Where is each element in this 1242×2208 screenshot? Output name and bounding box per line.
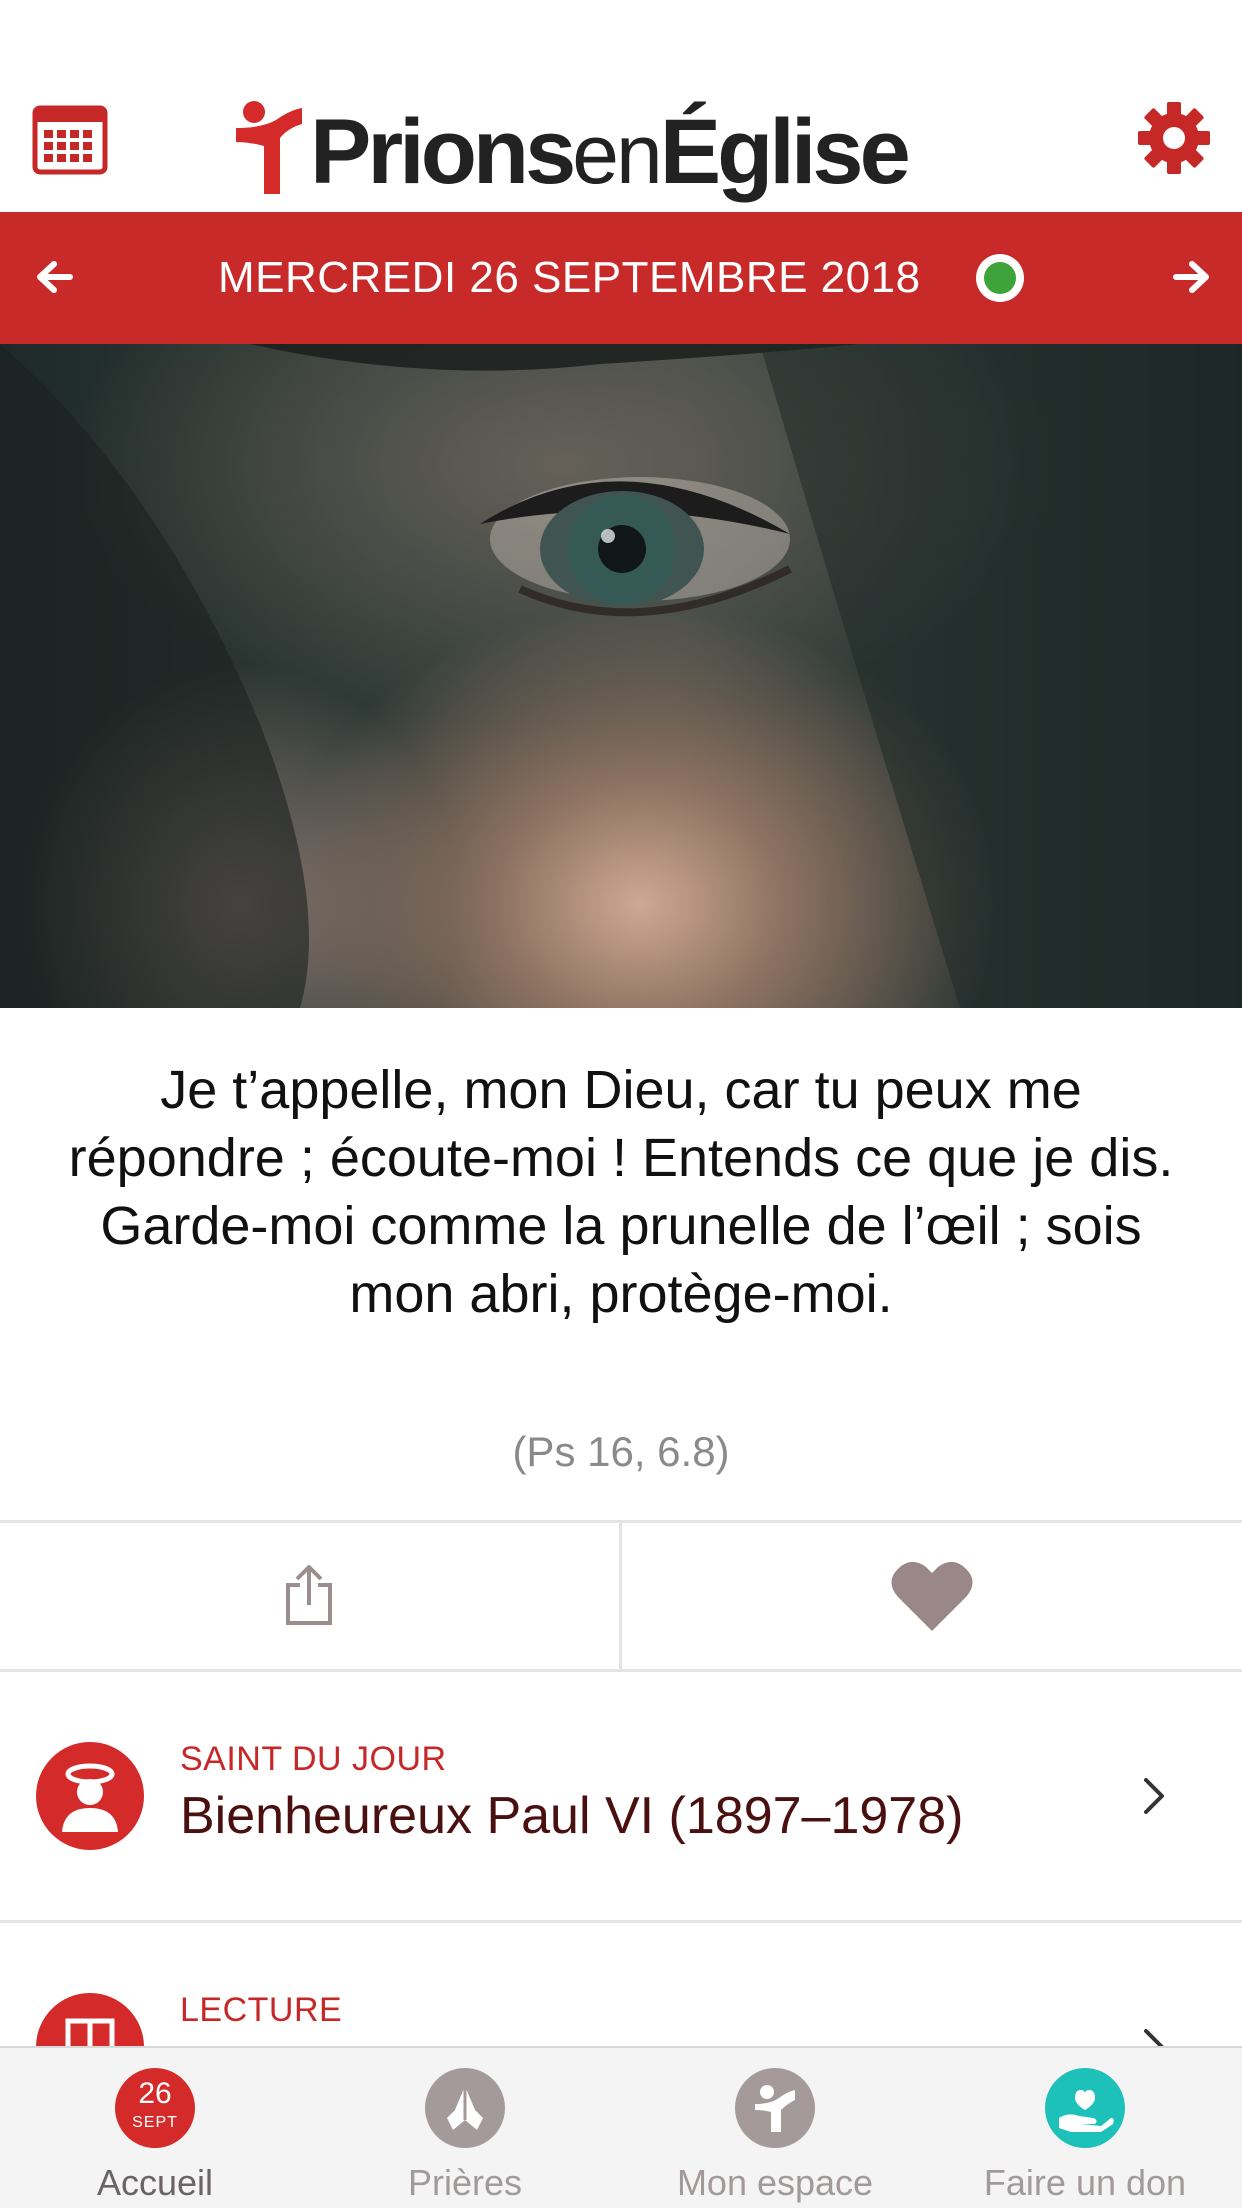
tab-prieres[interactable]: Prières [310,2048,620,2208]
calendar-badge-icon: 26 SEPT [115,2068,195,2148]
tab-label: Prières [407,2162,523,2203]
app-header: PrionsenÉglise [0,0,1242,212]
favorite-button[interactable] [622,1523,1242,1669]
row-title: Bienheureux Paul VI (1897–1978) [180,1787,964,1845]
chevron-right-icon [1144,2029,1164,2046]
tab-accueil[interactable]: 26 SEPT Accueil [0,2048,310,2208]
gear-icon[interactable] [1136,100,1212,176]
verse-text: Je t’appelle, mon Dieu, car tu peux me r… [68,1060,1174,1324]
logo-text: PrionsenÉglise [310,101,911,203]
tab-bar: 26 SEPT Accueil Prières Mon espace Faire… [0,2046,1242,2208]
share-icon [286,1565,332,1625]
calendar-icon[interactable] [32,100,108,176]
hero-image [0,344,1242,1008]
donate-hand-icon [1045,2068,1125,2148]
arrow-right-icon[interactable] [1166,252,1216,302]
share-button[interactable] [0,1523,619,1669]
saint-icon [36,1742,144,1850]
row-kicker: LECTURE [180,1991,343,2029]
person-icon [735,2068,815,2148]
logo-mark-icon [236,101,302,194]
badge-day: 26 [138,2077,172,2110]
tab-faire-un-don[interactable]: Faire un don [930,2048,1240,2208]
tab-mon-espace[interactable]: Mon espace [620,2048,930,2208]
status-indicator [976,254,1024,302]
tab-label: Mon espace [676,2162,874,2203]
row-kicker: SAINT DU JOUR [180,1740,447,1778]
verse-reference: (Ps 16, 6.8) [512,1428,730,1475]
arrow-left-icon[interactable] [30,252,80,302]
current-date[interactable]: MERCREDI 26 SEPTEMBRE 2018 [218,252,921,304]
chevron-right-icon [1144,1778,1164,1814]
praying-hands-icon [425,2068,505,2148]
app-logo: PrionsenÉglise [232,78,911,203]
list-item-saint[interactable]: SAINT DU JOUR Bienheureux Paul VI (1897–… [0,1672,1242,1920]
action-row [0,1523,1242,1669]
book-icon [36,1993,144,2046]
badge-month: SEPT [132,2114,178,2131]
date-bar: MERCREDI 26 SEPTEMBRE 2018 [0,212,1242,344]
list-item-lecture[interactable]: LECTURE [0,1923,1242,2046]
tab-label: Faire un don [983,2162,1187,2203]
heart-icon [891,1561,973,1631]
tab-label: Accueil [96,2162,214,2203]
